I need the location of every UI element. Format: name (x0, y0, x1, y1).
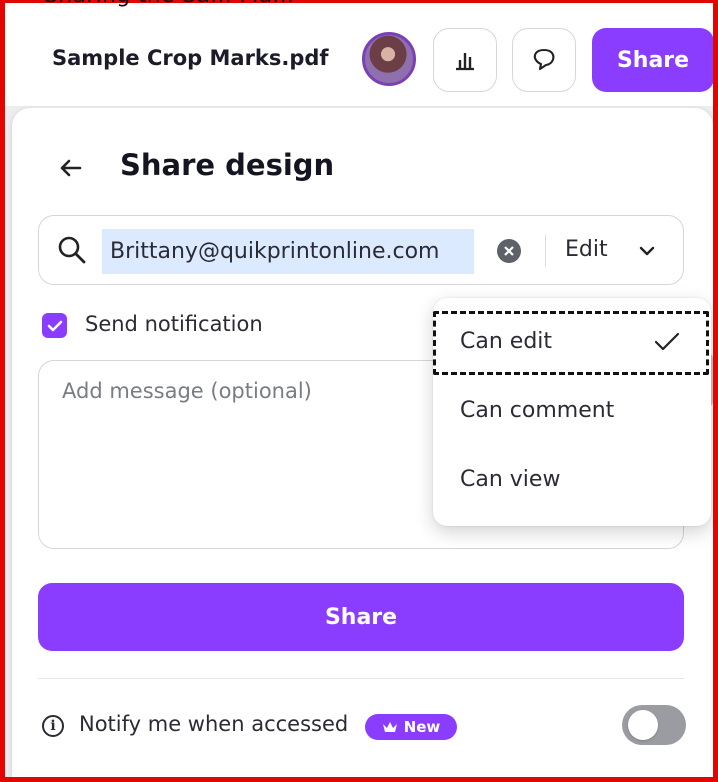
share-top-button[interactable]: Share (592, 28, 714, 92)
chevron-down-icon[interactable] (637, 241, 657, 261)
clear-icon[interactable] (497, 239, 521, 263)
user-avatar-icon[interactable] (362, 32, 416, 86)
panel-title: Share design (120, 148, 335, 182)
file-name: Sample Crop Marks.pdf (52, 46, 329, 70)
close-icon (504, 246, 514, 256)
bar-chart-icon (456, 53, 474, 71)
search-box[interactable]: Edit (38, 215, 684, 285)
menu-item-can-comment[interactable]: Can comment (460, 398, 614, 423)
menu-item-can-view[interactable]: Can view (460, 467, 560, 492)
menu-item-can-edit[interactable]: Can edit (460, 329, 552, 354)
analytics-button[interactable] (433, 28, 497, 92)
toggle-knob (628, 710, 658, 740)
divider (38, 678, 684, 679)
message-placeholder: Add message (optional) (62, 379, 312, 403)
crown-icon (382, 722, 397, 732)
check-icon (47, 320, 62, 331)
notify-label: Notify me when accessed (79, 712, 349, 736)
top-bar: Sample Crop Marks.pdf Share (0, 0, 718, 122)
notify-toggle[interactable] (622, 705, 686, 745)
arrow-left-icon[interactable] (54, 152, 86, 184)
search-icon (58, 236, 86, 264)
new-badge-label: New (403, 718, 441, 736)
permission-select[interactable]: Edit (565, 237, 608, 262)
send-notification-label: Send notification (85, 312, 263, 336)
new-badge: New (365, 714, 457, 740)
permission-dropdown: Can edit Can comment Can view (433, 298, 711, 526)
email-field[interactable] (102, 229, 474, 274)
send-notification-checkbox[interactable] (42, 313, 67, 338)
divider (545, 235, 546, 267)
share-button[interactable]: Share (38, 583, 684, 651)
speech-bubble-icon (533, 48, 555, 71)
check-icon (654, 332, 680, 351)
top-caption-fragment: Sharing the Sa... Ma... (44, 0, 294, 8)
comment-button[interactable] (512, 28, 576, 92)
info-icon: i (42, 715, 64, 737)
